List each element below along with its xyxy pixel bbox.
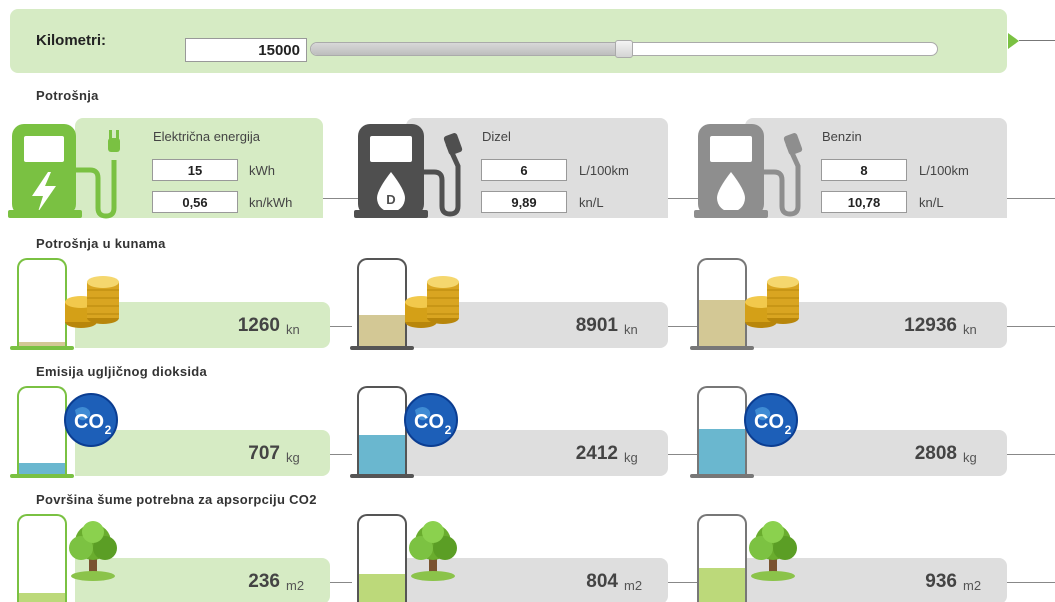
electric-price-input[interactable]: 0,56	[152, 191, 238, 213]
result-tube-fill-co2-diesel	[359, 435, 405, 474]
result-tube-co2-petrol	[697, 386, 747, 474]
kilometers-slider-thumb[interactable]	[615, 40, 633, 58]
result-value-cost-electric: 1260	[237, 315, 280, 336]
co2-globe-icon: CO 2	[404, 393, 458, 447]
diesel-price-unit: kn/L	[579, 195, 604, 210]
result-tube-co2-electric	[17, 386, 67, 474]
electric-consumption-input[interactable]: 15	[152, 159, 238, 181]
divider-line	[668, 454, 698, 455]
result-tube-fill-forest-diesel	[359, 573, 405, 602]
divider-line	[1007, 326, 1055, 327]
co2-text: CO	[754, 411, 784, 433]
result-tube-base-co2-petrol	[690, 474, 754, 478]
result-value-forest-petrol: 936	[925, 571, 957, 592]
result-value-forest-electric: 236	[248, 571, 280, 592]
coins-icon	[405, 276, 459, 328]
divider-line	[668, 326, 698, 327]
divider-line	[1007, 198, 1055, 199]
co2-subscript: 2	[785, 423, 792, 437]
result-tube-fill-cost-diesel	[359, 315, 405, 346]
result-tube-fill-co2-electric	[19, 462, 65, 474]
coins-icon	[745, 276, 799, 328]
result-tube-cost-electric	[17, 258, 67, 346]
result-tube-co2-diesel	[357, 386, 407, 474]
section-title-consumption: Potrošnja	[36, 88, 99, 103]
ev-charger-icon	[8, 124, 120, 219]
diesel-pump-icon: D	[354, 124, 463, 218]
result-unit-forest-petrol: m2	[963, 578, 982, 593]
result-unit-forest-electric: m2	[286, 578, 305, 593]
co2-subscript: 2	[105, 423, 112, 437]
result-tube-base-co2-electric	[10, 474, 74, 478]
result-tube-cost-petrol	[697, 258, 747, 346]
divider-line	[330, 326, 352, 327]
result-unit-co2-petrol: kg	[963, 450, 977, 465]
divider-line	[330, 454, 352, 455]
divider-line	[1019, 40, 1055, 41]
result-unit-cost-petrol: kn	[963, 322, 977, 337]
co2-globe-icon: CO 2	[64, 393, 118, 447]
petrol-price-unit: kn/L	[919, 195, 944, 210]
electric-price-unit: kn/kWh	[249, 195, 293, 210]
co2-text: CO	[74, 411, 104, 433]
diesel-letter: D	[386, 192, 395, 207]
co2-text: CO	[414, 411, 444, 433]
result-value-co2-electric: 707	[248, 443, 280, 464]
result-unit-co2-diesel: kg	[624, 450, 638, 465]
result-value-cost-diesel: 8901	[575, 315, 618, 336]
petrol-pump-icon	[694, 124, 803, 218]
result-unit-co2-electric: kg	[286, 450, 300, 465]
result-unit-cost-electric: kn	[286, 322, 300, 337]
diesel-consumption-input[interactable]: 6	[481, 159, 567, 181]
divider-line	[1007, 454, 1055, 455]
petrol-price-input[interactable]: 10,78	[821, 191, 907, 213]
co2-globe-icon: CO 2	[744, 393, 798, 447]
section-title-cost: Potrošnja u kunama	[36, 236, 166, 251]
fuel-name-diesel: Dizel	[482, 129, 511, 144]
electric-consumption-unit: kWh	[249, 163, 275, 178]
result-tube-fill-co2-petrol	[699, 429, 745, 474]
divider-line	[668, 582, 698, 583]
kilometers-label: Kilometri:	[36, 32, 107, 49]
kilometers-input[interactable]: 15000	[185, 38, 307, 62]
tree-icon	[749, 521, 797, 581]
play-arrow-icon	[1008, 33, 1019, 49]
result-tube-forest-petrol	[697, 514, 747, 602]
kilometers-bar: Kilometri: 15000	[10, 9, 1007, 73]
co2-subscript: 2	[445, 423, 452, 437]
result-unit-forest-diesel: m2	[624, 578, 643, 593]
result-value-forest-diesel: 804	[586, 571, 618, 592]
result-tube-fill-cost-petrol	[699, 300, 745, 346]
coins-icon	[65, 276, 119, 328]
section-title-co2: Emisija ugljičnog dioksida	[36, 364, 208, 379]
result-tube-base-cost-diesel	[350, 346, 414, 350]
tree-icon	[69, 521, 117, 581]
result-value-co2-diesel: 2412	[575, 443, 618, 464]
fuel-name-petrol: Benzin	[822, 129, 862, 144]
diesel-price-input[interactable]: 9,89	[481, 191, 567, 213]
result-value-cost-petrol: 12936	[904, 315, 957, 336]
fuel-name-electric: Električna energija	[153, 129, 260, 144]
divider-line	[1007, 582, 1055, 583]
result-tube-cost-diesel	[357, 258, 407, 346]
result-tube-base-cost-electric	[10, 346, 74, 350]
petrol-consumption-input[interactable]: 8	[821, 159, 907, 181]
result-unit-cost-diesel: kn	[624, 322, 638, 337]
result-value-co2-petrol: 2808	[914, 443, 957, 464]
result-tube-fill-forest-electric	[19, 593, 65, 602]
result-tube-base-cost-petrol	[690, 346, 754, 350]
result-tube-forest-electric	[17, 514, 67, 602]
divider-line	[330, 582, 352, 583]
result-tube-fill-forest-petrol	[699, 567, 745, 602]
tree-icon	[409, 521, 457, 581]
petrol-consumption-unit: L/100km	[919, 163, 969, 178]
kilometers-slider-fill	[311, 43, 625, 55]
diesel-consumption-unit: L/100km	[579, 163, 629, 178]
section-title-forest: Površina šume potrebna za apsorpciju CO2	[36, 492, 317, 507]
result-tube-forest-diesel	[357, 514, 407, 602]
result-tube-base-co2-diesel	[350, 474, 414, 478]
